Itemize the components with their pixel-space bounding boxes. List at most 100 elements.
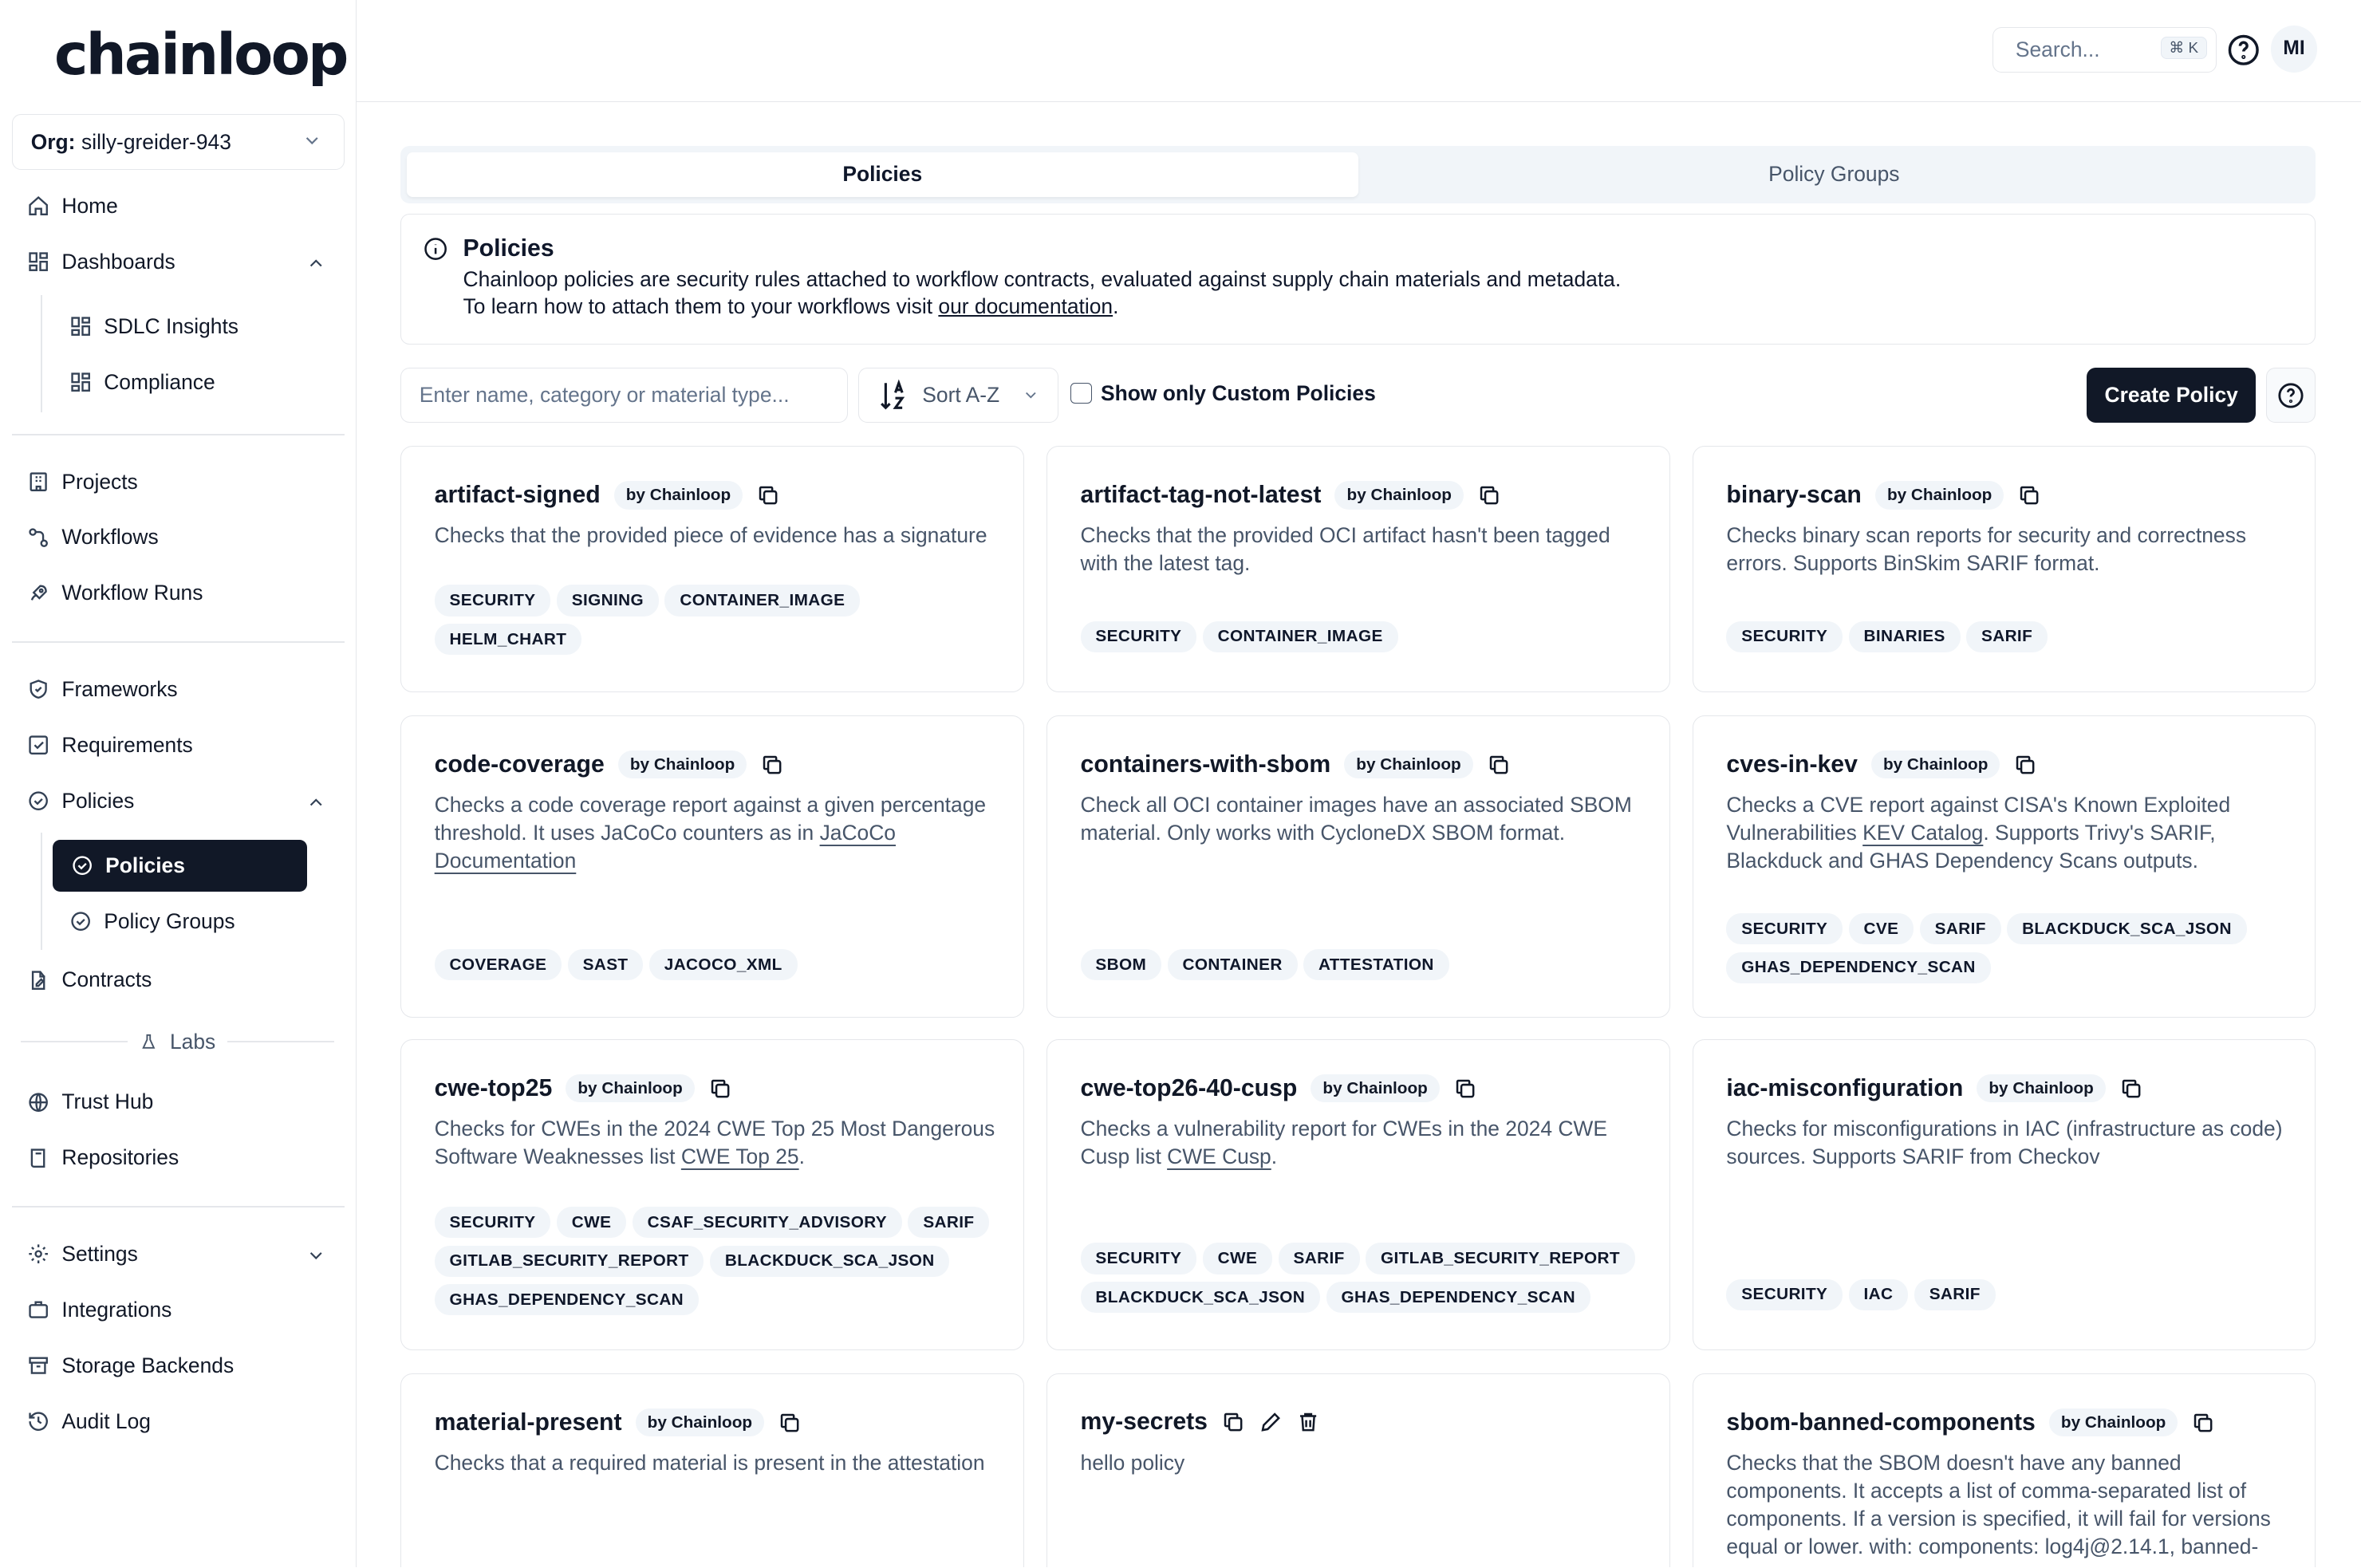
policy-name[interactable]: containers-with-sbom — [1081, 751, 1331, 778]
labs-divider: Labs — [21, 1026, 335, 1057]
pencil-icon[interactable] — [1259, 1410, 1283, 1434]
archive-icon — [29, 1357, 48, 1374]
policy-description: Checks a vulnerability report for CWEs i… — [1081, 1115, 1642, 1171]
chevron-up-icon[interactable] — [305, 253, 326, 274]
sidebar-item-projects[interactable]: Projects — [27, 465, 138, 498]
policy-description: Checks that the provided OCI artifact ha… — [1080, 523, 1610, 576]
copy-icon[interactable] — [760, 753, 784, 777]
policy-name[interactable]: artifact-tag-not-latest — [1081, 482, 1322, 509]
policy-card[interactable]: my-secrets hello policy — [1046, 1373, 1670, 1568]
avatar[interactable]: MI — [2270, 26, 2318, 73]
filter-input[interactable]: Enter name, category or material type... — [400, 367, 848, 424]
sidebar-item-label: Compliance — [104, 370, 215, 394]
policy-tabs: Policies Policy Groups — [400, 146, 2316, 203]
copy-icon[interactable] — [2119, 1077, 2143, 1101]
copy-icon[interactable] — [2013, 753, 2037, 777]
policy-name[interactable]: cwe-top25 — [435, 1075, 553, 1102]
sidebar-item-settings[interactable]: Settings — [27, 1238, 138, 1271]
trash-icon[interactable] — [1296, 1410, 1320, 1434]
policy-card[interactable]: artifact-signed by Chainloop Checks that t… — [400, 445, 1024, 693]
sidebar-item-repositories[interactable]: Repositories — [27, 1141, 179, 1175]
policy-name[interactable]: sbom-banned-components — [1726, 1409, 2035, 1436]
policy-card[interactable]: cves-in-kev by Chainloop Checks a CVE repo… — [1692, 715, 2316, 1018]
sidebar-item-workflows[interactable]: Workflows — [27, 521, 159, 554]
sidebar-item-policy-groups[interactable]: Policy Groups — [69, 905, 235, 939]
policy-card[interactable]: sbom-banned-components by Chainloop Checks… — [1692, 1373, 2316, 1568]
sidebar-item-compliance[interactable]: Compliance — [69, 366, 215, 400]
sidebar-item-audit-log[interactable]: Audit Log — [27, 1405, 151, 1438]
policy-description: Checks that a required material is prese… — [434, 1451, 985, 1475]
tab-policy-groups[interactable]: Policy Groups — [1358, 152, 2310, 198]
policy-name[interactable]: binary-scan — [1726, 482, 1861, 509]
policy-card[interactable]: material-present by Chainloop Checks that … — [400, 1373, 1024, 1568]
policy-name[interactable]: code-coverage — [435, 751, 605, 778]
sidebar-item-frameworks[interactable]: Frameworks — [27, 673, 178, 707]
category-tag: CONTAINER — [1167, 949, 1298, 981]
policy-card[interactable]: artifact-tag-not-latest by Chainloop Check… — [1046, 445, 1670, 693]
sidebar-item-contracts[interactable]: Contracts — [27, 963, 152, 997]
copy-icon[interactable] — [756, 483, 780, 507]
policy-card[interactable]: containers-with-sbom by Chainloop Check al… — [1046, 715, 1670, 1018]
sidebar-item-integrations[interactable]: Integrations — [27, 1294, 171, 1327]
sidebar-item-sdlc-insights[interactable]: SDLC Insights — [69, 310, 238, 344]
policy-card[interactable]: cwe-top25 by Chainloop Checks for CWEs in … — [400, 1038, 1024, 1351]
policy-card-header: artifact-tag-not-latest by Chainloop — [1081, 481, 1502, 510]
sidebar-item-storage-backends[interactable]: Storage Backends — [27, 1349, 234, 1382]
policy-card[interactable]: iac-misconfiguration by Chainloop Checks f… — [1692, 1038, 2316, 1351]
author-badge: by Chainloop — [617, 751, 747, 779]
copy-icon[interactable] — [1453, 1077, 1477, 1101]
custom-policies-toggle[interactable]: Show only Custom Policies — [1070, 381, 1376, 406]
sidebar-item-trust-hub[interactable]: Trust Hub — [27, 1085, 153, 1119]
divider — [12, 1206, 345, 1208]
policy-name[interactable]: cwe-top26-40-cusp — [1081, 1075, 1298, 1102]
policy-name[interactable]: artifact-signed — [435, 482, 601, 509]
search-input[interactable]: Search... ⌘ K — [1992, 26, 2217, 73]
policy-name[interactable]: iac-misconfiguration — [1726, 1075, 1963, 1102]
tab-policies[interactable]: Policies — [406, 152, 1358, 198]
chevron-up-icon[interactable] — [305, 792, 326, 813]
policy-card[interactable]: cwe-top26-40-cusp by Chainloop Checks a vu… — [1046, 1038, 1670, 1351]
copy-icon[interactable] — [2191, 1411, 2215, 1435]
policy-name[interactable]: cves-in-kev — [1726, 751, 1857, 778]
sidebar-item-dashboards[interactable]: Dashboards — [27, 246, 175, 279]
policy-card[interactable]: code-coverage by Chainloop Checks a code c… — [400, 715, 1024, 1018]
policy-description: Checks that the SBOM doesn't have any ba… — [1726, 1451, 2271, 1558]
policy-name[interactable]: my-secrets — [1081, 1408, 1208, 1436]
category-tag: JACOCO_XML — [648, 949, 798, 981]
create-policy-button[interactable]: Create Policy — [2087, 367, 2256, 424]
sidebar-item-label: Settings — [61, 1242, 138, 1267]
chevron-down-icon[interactable] — [305, 1245, 326, 1266]
checkbox[interactable] — [1070, 382, 1092, 404]
chainloop-logo[interactable]: chainloop — [54, 21, 349, 88]
policy-card[interactable]: binary-scan by Chainloop Checks binary sca… — [1692, 445, 2316, 693]
copy-icon[interactable] — [2017, 483, 2041, 507]
sidebar-item-policies[interactable]: Policies — [27, 785, 134, 818]
reference-link[interactable]: CWE Cusp — [1167, 1144, 1271, 1168]
help-icon — [2278, 382, 2304, 408]
org-selector[interactable]: Org: silly-greider-943 — [12, 114, 345, 171]
author-badge: by Chainloop — [1874, 481, 2004, 510]
copy-icon[interactable] — [778, 1411, 802, 1435]
help-button[interactable] — [2266, 367, 2316, 424]
copy-icon[interactable] — [708, 1077, 732, 1101]
category-tag: SARIF — [1914, 1278, 1996, 1310]
sidebar-item-workflow-runs[interactable]: Workflow Runs — [27, 577, 203, 610]
sidebar-item-requirements[interactable]: Requirements — [27, 729, 193, 762]
reference-link[interactable]: CWE Top 25 — [681, 1144, 799, 1168]
check-circle-icon — [29, 791, 48, 811]
copy-icon[interactable] — [1221, 1410, 1245, 1434]
sidebar: chainloop Org: silly-greider-943 Home Da… — [0, 0, 357, 1568]
tag-list: COVERAGE SAST JACOCO_XML — [434, 949, 996, 981]
tag-list: SECURITY IAC SARIF — [1726, 1278, 2288, 1310]
policy-name[interactable]: material-present — [435, 1409, 622, 1436]
reference-link[interactable]: KEV Catalog — [1862, 821, 1983, 845]
sort-select[interactable]: Sort A-Z — [858, 367, 1059, 424]
copy-icon[interactable] — [1477, 483, 1501, 507]
sidebar-item-policies-active[interactable]: Policies — [53, 840, 308, 892]
help-icon[interactable] — [2227, 33, 2260, 67]
sidebar-item-home[interactable]: Home — [27, 190, 118, 223]
sidebar-item-label: Frameworks — [61, 677, 178, 702]
checkbox-icon — [29, 735, 48, 755]
documentation-link[interactable]: our documentation — [938, 294, 1113, 318]
copy-icon[interactable] — [1487, 753, 1511, 777]
